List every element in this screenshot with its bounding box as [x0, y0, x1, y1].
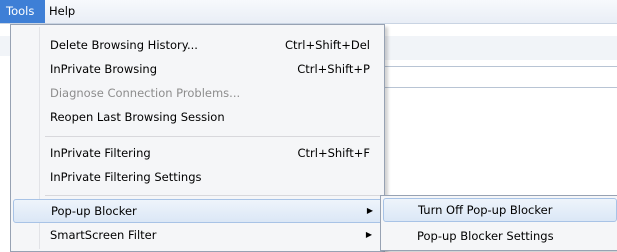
menubar-help[interactable]: Help — [43, 0, 81, 23]
menu-separator — [45, 195, 380, 196]
menu-item-label: InPrivate Browsing — [50, 62, 158, 76]
menu-item-label: Reopen Last Browsing Session — [50, 110, 225, 124]
menubar-tools[interactable]: Tools — [0, 0, 45, 23]
popup-blocker-submenu: Turn Off Pop-up Blocker Pop-up Blocker S… — [380, 195, 617, 251]
menu-item-label: InPrivate Filtering Settings — [50, 170, 202, 184]
background-address-box — [383, 66, 617, 88]
menu-item-label: Delete Browsing History... — [50, 38, 198, 52]
menu-item-inprivate-filtering-settings[interactable]: InPrivate Filtering Settings — [13, 165, 382, 189]
menu-bar: Tools Help — [0, 0, 617, 24]
menu-item-smartscreen-filter[interactable]: SmartScreen Filter ▶ — [13, 223, 382, 247]
menu-item-label: SmartScreen Filter — [50, 228, 157, 242]
menu-item-delete-browsing-history[interactable]: Delete Browsing History... Ctrl+Shift+De… — [13, 33, 382, 57]
submenu-item-label: Pop-up Blocker Settings — [417, 229, 554, 243]
chevron-right-icon: ▶ — [366, 206, 373, 215]
chevron-right-icon: ▶ — [365, 230, 372, 239]
tools-menu: Delete Browsing History... Ctrl+Shift+De… — [10, 24, 385, 252]
menu-item-inprivate-filtering[interactable]: InPrivate Filtering Ctrl+Shift+F — [13, 141, 382, 165]
menu-item-inprivate-browsing[interactable]: InPrivate Browsing Ctrl+Shift+P — [13, 57, 382, 81]
menu-item-popup-blocker[interactable]: Pop-up Blocker ▶ — [13, 199, 384, 223]
background-panel — [383, 36, 617, 60]
submenu-item-popup-blocker-settings[interactable]: Pop-up Blocker Settings — [383, 224, 615, 248]
menu-item-diagnose-connection-problems: Diagnose Connection Problems... — [13, 81, 382, 105]
submenu-item-turn-off-popup-blocker[interactable]: Turn Off Pop-up Blocker — [383, 198, 617, 222]
menu-item-shortcut: Ctrl+Shift+F — [297, 146, 371, 160]
menu-item-shortcut: Ctrl+Shift+P — [297, 62, 370, 76]
submenu-item-label: Turn Off Pop-up Blocker — [418, 203, 553, 217]
menu-separator — [45, 136, 380, 137]
menu-item-shortcut: Ctrl+Shift+Del — [285, 38, 370, 52]
menu-item-reopen-last-session[interactable]: Reopen Last Browsing Session — [13, 105, 382, 129]
menu-item-label: InPrivate Filtering — [50, 146, 151, 160]
menu-item-label: Diagnose Connection Problems... — [50, 86, 241, 100]
menu-item-label: Pop-up Blocker — [51, 204, 137, 218]
background-toolbar — [0, 36, 10, 56]
